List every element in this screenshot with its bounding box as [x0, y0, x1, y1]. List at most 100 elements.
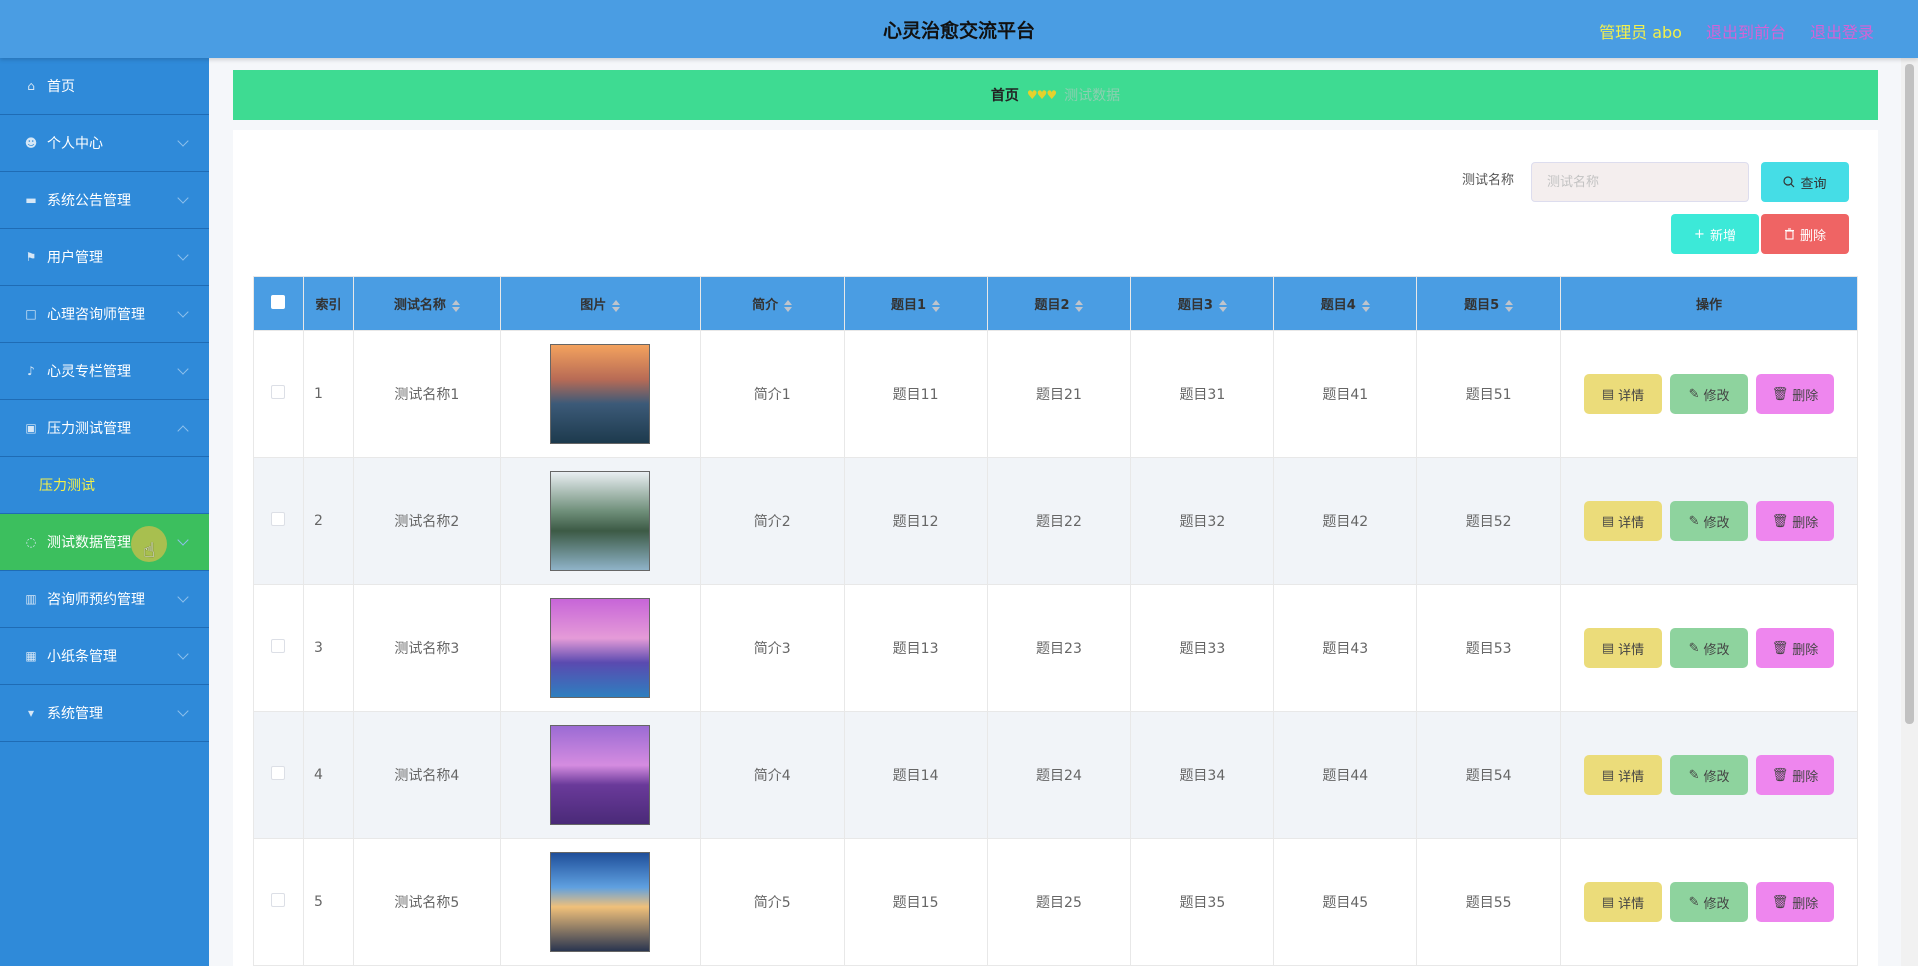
- sidebar-item-system[interactable]: ▾ 系统管理: [0, 685, 209, 742]
- row-checkbox[interactable]: [271, 766, 286, 780]
- sidebar-item-home[interactable]: ⌂ 首页: [0, 58, 209, 115]
- q1-cell: 题目11: [843, 330, 988, 458]
- delete-button[interactable]: 🗑 删除: [1756, 628, 1835, 668]
- thumbnail-image[interactable]: [550, 471, 651, 571]
- sort-icon[interactable]: [932, 299, 941, 312]
- chevron-down-icon: [177, 363, 189, 375]
- sort-icon[interactable]: [451, 299, 460, 312]
- detail-label: 详情: [1618, 642, 1645, 658]
- detail-button[interactable]: ▤ 详情: [1584, 374, 1663, 414]
- index-cell: 2: [302, 457, 354, 585]
- thumbnail-image[interactable]: [550, 852, 651, 952]
- column-header[interactable]: 题目2: [986, 276, 1132, 331]
- sidebar-subitem-stress-test[interactable]: 压力测试: [0, 457, 209, 514]
- sidebar-item-appointments[interactable]: ▥ 咨询师预约管理: [0, 571, 209, 628]
- edit-label: 修改: [1703, 896, 1730, 912]
- home-icon: ⌂: [27, 79, 35, 93]
- index-cell: 1: [302, 330, 354, 458]
- sidebar-item-label: 心灵专栏管理: [47, 364, 131, 380]
- edit-button[interactable]: ✎ 修改: [1670, 374, 1749, 414]
- edit-button[interactable]: ✎ 修改: [1670, 755, 1749, 795]
- page-scrollbar[interactable]: [1901, 58, 1918, 966]
- sort-icon[interactable]: [1218, 299, 1227, 312]
- sort-icon[interactable]: [612, 299, 621, 312]
- sidebar-item-label: 心理咨询师管理: [47, 307, 145, 323]
- row-checkbox[interactable]: [271, 893, 286, 907]
- detail-label: 详情: [1618, 388, 1645, 404]
- hand-cursor-icon: ☝: [143, 538, 156, 562]
- sort-icon[interactable]: [1361, 299, 1370, 312]
- edit-button[interactable]: ✎ 修改: [1670, 882, 1749, 922]
- name-cell: 测试名称3: [352, 584, 501, 712]
- thumbnail-image[interactable]: [550, 344, 651, 444]
- actions-cell: ▤ 详情 ✎ 修改 🗑 删除: [1560, 711, 1858, 839]
- image-cell: [499, 457, 701, 585]
- row-checkbox[interactable]: [271, 385, 286, 399]
- pencil-icon: ✎: [1688, 894, 1700, 910]
- pencil-icon: ✎: [1688, 513, 1700, 529]
- add-button[interactable]: + 新增: [1671, 214, 1759, 254]
- scrollbar-thumb[interactable]: [1905, 64, 1914, 724]
- trophy-icon: ▾: [27, 706, 35, 720]
- column-header[interactable]: 题目1: [843, 276, 988, 331]
- table-row: 2 测试名称2 简介2 题目12 题目22 题目32 题目42 题目52 ▤ 详情…: [253, 457, 1858, 585]
- column-label: 简介: [752, 298, 779, 313]
- sort-icon[interactable]: [784, 299, 793, 312]
- column-header[interactable]: 题目3: [1130, 276, 1275, 331]
- sidebar-item-label: 系统公告管理: [47, 193, 131, 209]
- row-select-cell: [253, 584, 304, 712]
- delete-button[interactable]: 🗑 删除: [1756, 374, 1835, 414]
- q5-cell: 题目54: [1416, 711, 1562, 839]
- row-checkbox[interactable]: [271, 639, 286, 653]
- name-cell: 测试名称1: [352, 330, 501, 458]
- sidebar-item-columns[interactable]: ♪ 心灵专栏管理: [0, 343, 209, 400]
- sidebar-item-users[interactable]: ⚑ 用户管理: [0, 229, 209, 286]
- detail-button[interactable]: ▤ 详情: [1584, 628, 1663, 668]
- sidebar-item-counselors[interactable]: □ 心理咨询师管理: [0, 286, 209, 343]
- edit-label: 修改: [1703, 388, 1730, 404]
- sidebar-item-profile[interactable]: ☻ 个人中心: [0, 115, 209, 172]
- detail-button[interactable]: ▤ 详情: [1584, 755, 1663, 795]
- search-input[interactable]: [1531, 162, 1749, 202]
- column-header[interactable]: 测试名称: [352, 276, 501, 331]
- actions-cell: ▤ 详情 ✎ 修改 🗑 删除: [1560, 584, 1858, 712]
- chevron-up-icon: [177, 425, 189, 437]
- sidebar-item-label: 小纸条管理: [47, 649, 117, 665]
- header-links: 管理员 abo 退出到前台 退出登录: [1599, 19, 1874, 43]
- thumbnail-image[interactable]: [550, 725, 651, 825]
- index-cell: 4: [302, 711, 354, 839]
- query-button-label: 查询: [1800, 176, 1827, 192]
- select-all-checkbox[interactable]: [271, 294, 286, 309]
- actions-cell: ▤ 详情 ✎ 修改 🗑 删除: [1560, 457, 1858, 585]
- detail-label: 详情: [1618, 769, 1645, 785]
- front-link[interactable]: 退出到前台: [1706, 19, 1786, 43]
- batch-delete-button[interactable]: 删除: [1761, 214, 1849, 254]
- chevron-down-icon: [177, 534, 189, 546]
- thumbnail-image[interactable]: [550, 598, 651, 698]
- sort-icon[interactable]: [1075, 299, 1084, 312]
- breadcrumb-home[interactable]: 首页: [991, 85, 1019, 105]
- sidebar-item-test-data[interactable]: ◌ 测试数据管理 ☝: [0, 514, 209, 571]
- delete-button[interactable]: 🗑 删除: [1756, 501, 1835, 541]
- edit-button[interactable]: ✎ 修改: [1670, 501, 1749, 541]
- logout-link[interactable]: 退出登录: [1810, 19, 1874, 43]
- row-checkbox[interactable]: [271, 512, 286, 526]
- edit-button[interactable]: ✎ 修改: [1670, 628, 1749, 668]
- sidebar-item-stress-test[interactable]: ▣ 压力测试管理: [0, 400, 209, 457]
- detail-button[interactable]: ▤ 详情: [1584, 501, 1663, 541]
- delete-button[interactable]: 🗑 删除: [1756, 755, 1835, 795]
- q2-cell: 题目24: [986, 711, 1132, 839]
- column-header[interactable]: 图片: [499, 276, 701, 331]
- column-header[interactable]: 题目4: [1273, 276, 1418, 331]
- row-select-cell: [253, 457, 304, 585]
- index-cell: 5: [302, 838, 354, 966]
- sidebar-item-notice[interactable]: ▬ 系统公告管理: [0, 172, 209, 229]
- sidebar-item-notes[interactable]: ▦ 小纸条管理: [0, 628, 209, 685]
- sort-icon[interactable]: [1505, 299, 1514, 312]
- delete-button[interactable]: 🗑 删除: [1756, 882, 1835, 922]
- detail-button[interactable]: ▤ 详情: [1584, 882, 1663, 922]
- query-button[interactable]: 查询: [1761, 162, 1849, 202]
- column-header[interactable]: 简介: [699, 276, 845, 331]
- q4-cell: 题目41: [1273, 330, 1418, 458]
- column-header[interactable]: 题目5: [1416, 276, 1562, 331]
